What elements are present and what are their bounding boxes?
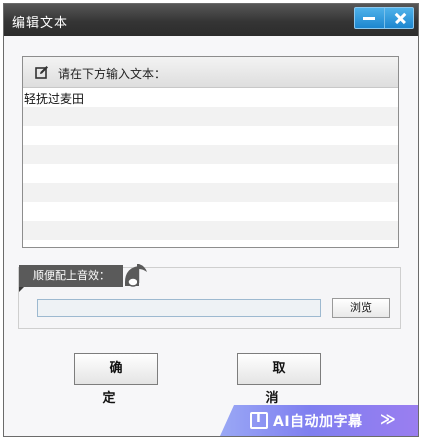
title-bar[interactable]: 编辑文本 <box>4 4 418 36</box>
browse-button[interactable]: 浏览 <box>332 298 390 318</box>
double-chevron-right-icon: ≫ <box>380 410 396 428</box>
cancel-button[interactable]: 取 消 <box>237 353 321 406</box>
window-controls <box>354 7 414 29</box>
edit-icon <box>35 66 48 79</box>
sound-effect-label: 顺便配上音效： <box>19 265 123 292</box>
ai-subtitle-label: AI自动加字幕 <box>273 414 363 430</box>
sound-file-path-input[interactable] <box>37 299 321 317</box>
window-title: 编辑文本 <box>12 16 69 31</box>
close-button[interactable] <box>383 8 414 28</box>
text-input[interactable]: 轻抚过麦田 <box>24 90 396 245</box>
minimize-button[interactable] <box>355 8 384 28</box>
ai-subtitle-banner[interactable]: AI自动加字幕 ≫ <box>220 405 418 436</box>
close-icon <box>385 8 414 28</box>
editor-header: 请在下方输入文本： <box>23 57 398 88</box>
sound-effect-panel: 顺便配上音效： 浏览 <box>18 264 401 329</box>
ok-button[interactable]: 确 定 <box>74 353 158 406</box>
dialog-body: 请在下方输入文本： 轻抚过麦田 顺便配上音效： 浏览 确 定 取 消 AI自动加… <box>4 36 418 436</box>
text-subtitle-icon <box>250 411 268 429</box>
minimize-icon <box>363 17 375 20</box>
edit-text-dialog: 编辑文本 请在下方输入文本： 轻抚过麦田 顺便配上音效： 浏览 确 定 取 消 … <box>3 3 419 437</box>
music-note-icon <box>125 264 147 287</box>
editor-lines: 轻抚过麦田 <box>23 88 398 247</box>
text-editor: 请在下方输入文本： 轻抚过麦田 <box>22 56 399 248</box>
editor-prompt: 请在下方输入文本： <box>58 67 167 81</box>
